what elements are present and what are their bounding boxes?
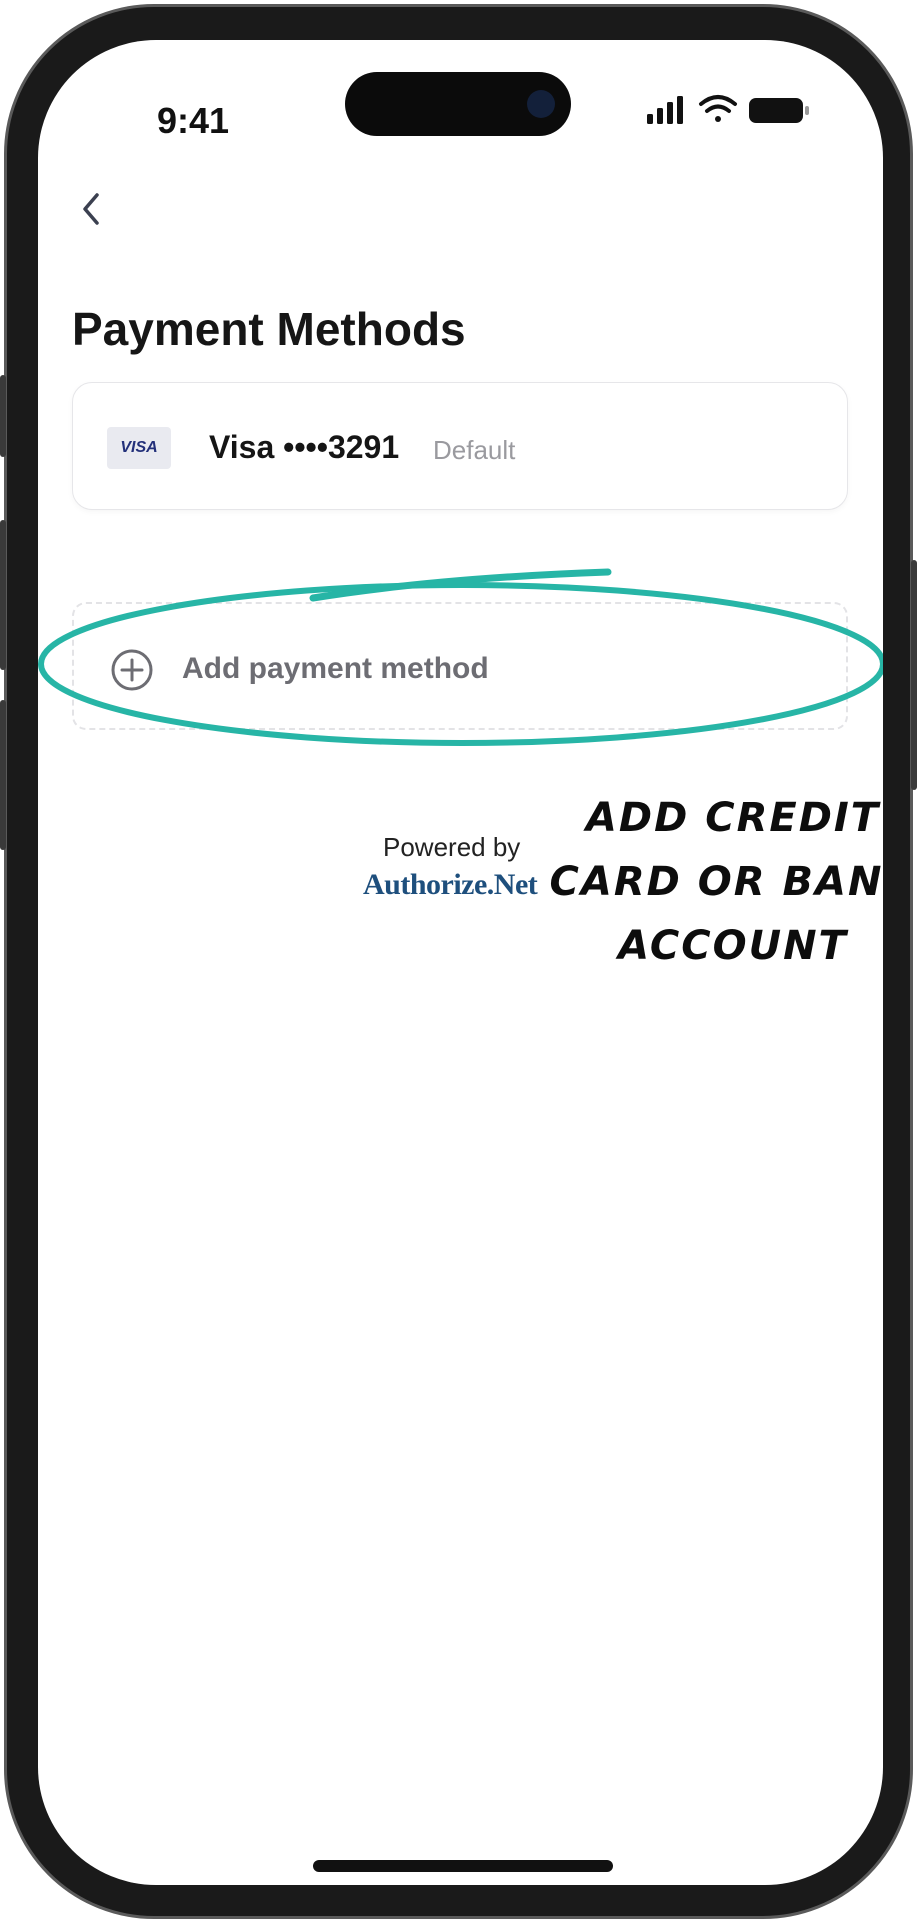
- highlight-ellipse: [38, 582, 883, 746]
- annotation-line: CARD OR BANK: [549, 859, 883, 905]
- phone-screen: 9:41 Payment Methods VISA Visa ••••3291 …: [38, 40, 883, 1885]
- annotation-line: ADD CREDIT: [585, 795, 881, 841]
- side-button: [0, 700, 6, 850]
- annotation-line: ACCOUNT: [618, 923, 848, 969]
- side-button: [0, 520, 6, 670]
- side-button: [911, 560, 917, 790]
- annotation-note: ADD CREDIT CARD OR BANK ACCOUNT: [533, 786, 883, 978]
- side-button: [0, 375, 6, 457]
- home-indicator[interactable]: [313, 1860, 613, 1872]
